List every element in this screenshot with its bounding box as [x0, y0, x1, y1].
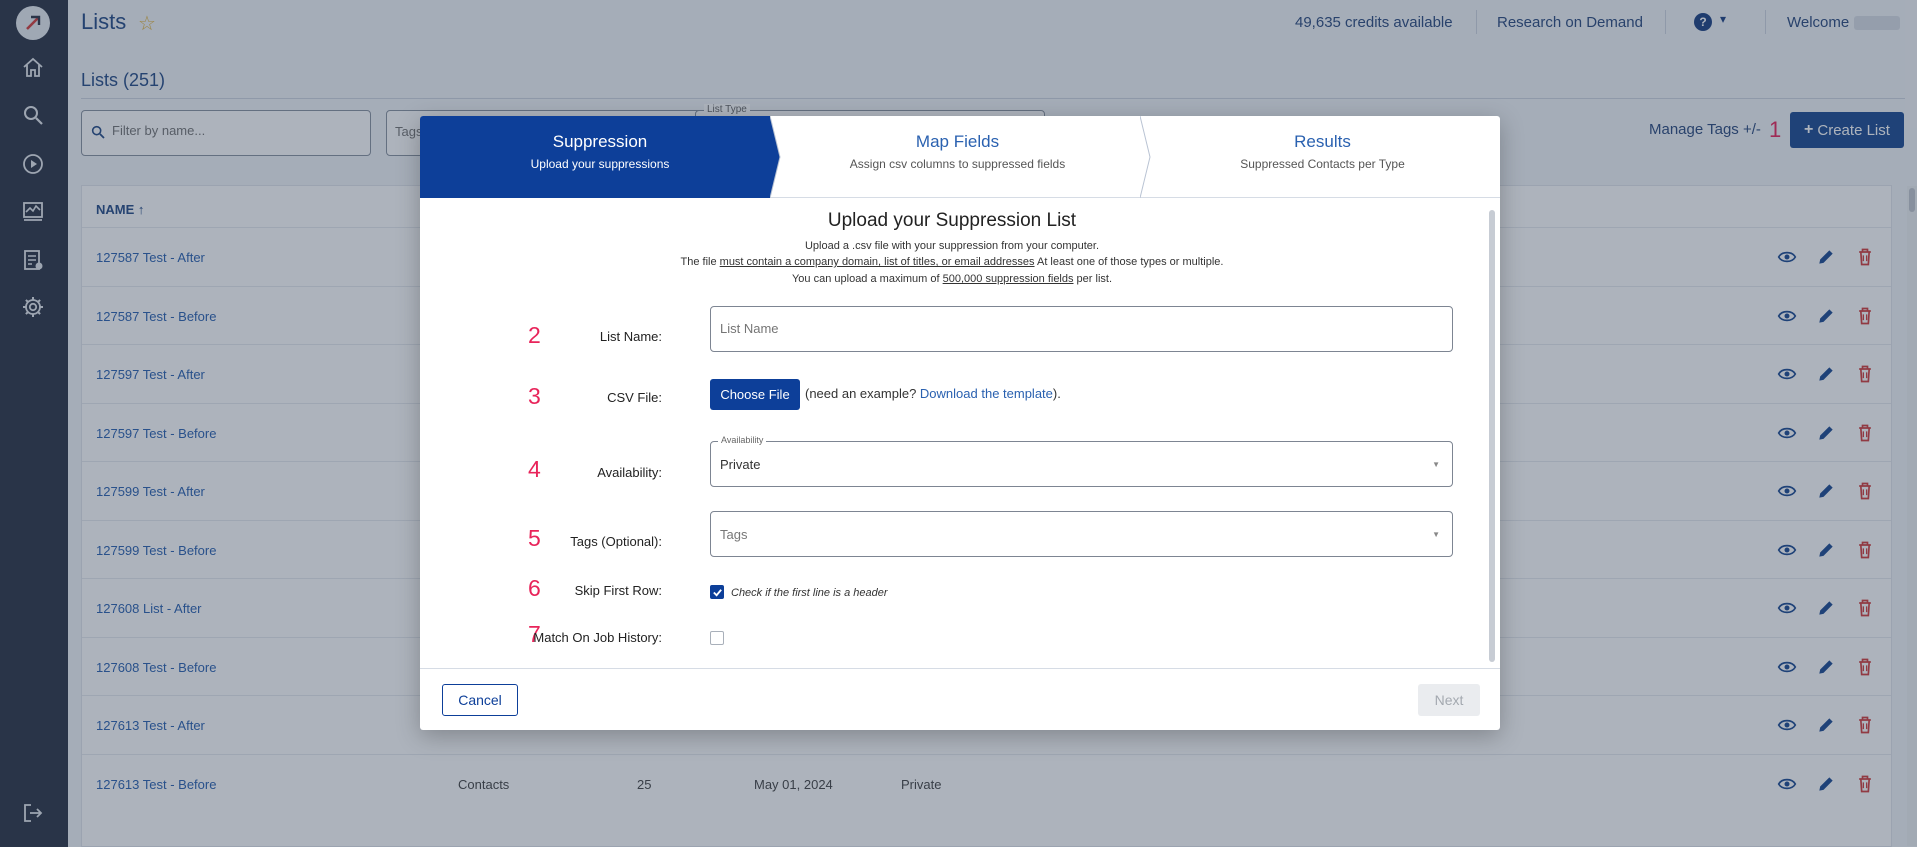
wizard-stepper: Suppression Upload your suppressions Map… [420, 116, 1500, 198]
modal-scrollbar[interactable] [1488, 210, 1496, 662]
availability-value: Private [720, 457, 761, 472]
step-subtitle: Assign csv columns to suppressed fields [849, 157, 1066, 171]
next-button[interactable]: Next [1418, 684, 1480, 716]
step-suppression[interactable]: Suppression Upload your suppressions [420, 116, 780, 198]
checkmark-icon [712, 588, 722, 597]
description-line-1: Upload a .csv file with your suppression… [804, 240, 1100, 252]
download-template-link[interactable]: Download the template [920, 386, 1053, 401]
skip-first-row-label: Skip First Row: [574, 583, 662, 598]
step-title: Results [1294, 132, 1351, 151]
availability-label: Availability: [597, 465, 662, 480]
list-name-field[interactable] [710, 306, 1453, 352]
csv-help-text: (need an example? Download the template)… [805, 386, 1061, 401]
match-job-history-checkbox[interactable] [710, 631, 724, 645]
description-line-3: You can upload a maximum of 500,000 supp… [791, 273, 1113, 285]
step-results[interactable]: Results Suppressed Contacts per Type [1145, 116, 1500, 198]
suppression-modal: Suppression Upload your suppressions Map… [420, 116, 1500, 730]
availability-select[interactable]: Availability Private ▼ [710, 435, 1453, 487]
availability-float-label: Availability [718, 435, 767, 445]
skip-first-row-checkbox[interactable] [710, 585, 724, 599]
step-subtitle: Upload your suppressions [530, 157, 670, 171]
skip-first-row-hint: Check if the first line is a header [731, 587, 888, 599]
tags-label: Tags (Optional): [570, 534, 662, 549]
list-name-input[interactable] [720, 321, 1420, 336]
cancel-button[interactable]: Cancel [442, 684, 518, 716]
match-job-history-label: Match On Job History: [533, 630, 662, 645]
step-map-fields[interactable]: Map Fields Assign csv columns to suppres… [775, 116, 1140, 198]
choose-file-button[interactable]: Choose File [710, 379, 800, 410]
dropdown-caret-icon: ▼ [1432, 530, 1440, 539]
dropdown-caret-icon: ▼ [1432, 460, 1440, 469]
modal-footer: Cancel Next [420, 668, 1500, 730]
tags-select[interactable]: Tags ▼ [710, 511, 1453, 557]
tags-placeholder: Tags [720, 527, 748, 542]
description-line-2: The file must contain a company domain, … [680, 256, 1224, 268]
step-title: Suppression [552, 132, 648, 151]
csv-file-label: CSV File: [607, 390, 662, 405]
form-title: Upload your Suppression List [827, 210, 1077, 231]
step-subtitle: Suppressed Contacts per Type [1240, 157, 1405, 171]
list-name-label: List Name: [599, 329, 662, 344]
step-title: Map Fields [915, 132, 1000, 151]
